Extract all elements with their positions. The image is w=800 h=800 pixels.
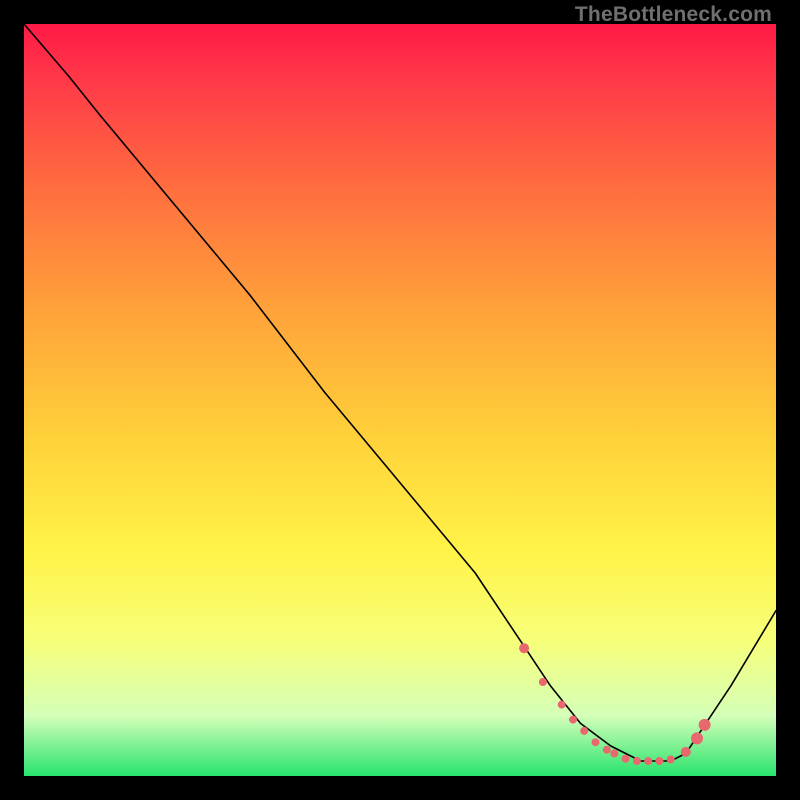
highlight-dot	[558, 701, 566, 709]
chart-area	[24, 24, 776, 776]
bottleneck-plot	[24, 24, 776, 776]
highlight-dot	[633, 757, 641, 765]
highlight-dot	[603, 746, 611, 754]
highlight-dot	[699, 719, 711, 731]
highlight-dot	[580, 727, 588, 735]
highlight-dot	[681, 747, 691, 757]
highlight-dot	[667, 756, 675, 764]
highlight-dot	[569, 716, 577, 724]
highlight-dot	[592, 738, 600, 746]
watermark-text: TheBottleneck.com	[575, 3, 772, 27]
bottleneck-curve	[24, 24, 776, 761]
highlight-dot	[539, 678, 547, 686]
highlight-dot	[691, 732, 703, 744]
highlight-dots	[519, 643, 711, 765]
highlight-dot	[644, 757, 652, 765]
highlight-dot	[622, 755, 630, 763]
highlight-dot	[655, 757, 663, 765]
highlight-dot	[519, 643, 529, 653]
highlight-dot	[610, 749, 618, 757]
